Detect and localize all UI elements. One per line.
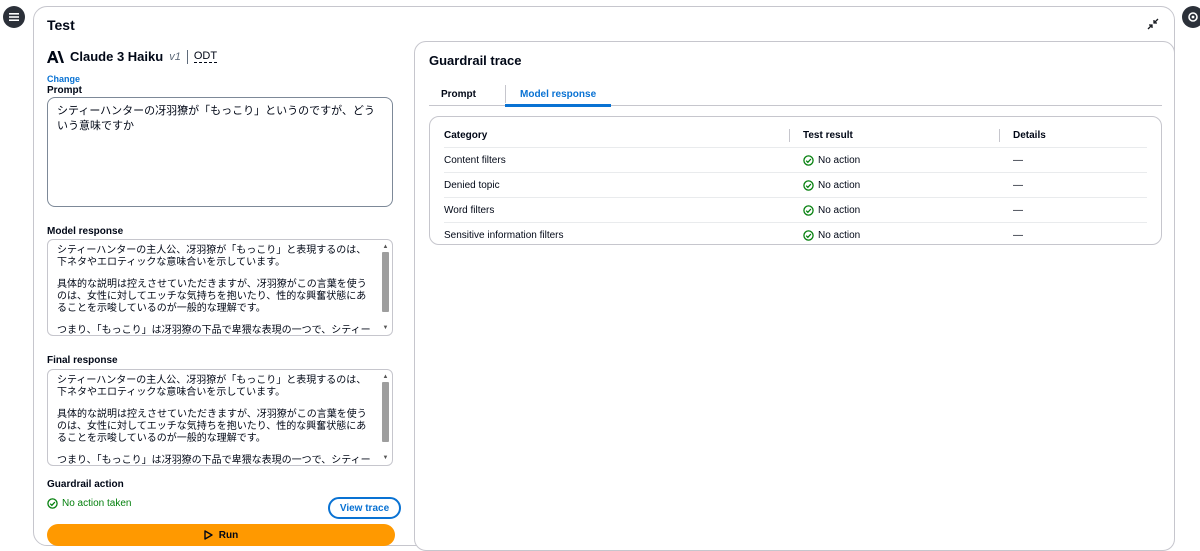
final-response-paragraph: シティーハンターの主人公、冴羽獠が「もっこり」と表現するのは、下ネタやエロティッ… xyxy=(57,375,367,398)
change-model-link[interactable]: Change xyxy=(47,74,80,84)
tab-model-response[interactable]: Model response xyxy=(505,82,612,107)
row-result: No action xyxy=(803,148,860,173)
table-row: Word filters No action — xyxy=(444,198,1147,223)
column-divider xyxy=(789,129,790,142)
scrollbar[interactable]: ▲ ▼ xyxy=(382,244,389,331)
model-response-paragraph: つまり、「もっこり」は冴羽獠の下品で卑猥な表現の一つで、シティーハンターのキャラ… xyxy=(57,325,371,336)
hamburger-menu-icon[interactable] xyxy=(3,6,25,28)
model-name: Claude 3 Haiku xyxy=(70,49,164,64)
scroll-down-icon[interactable]: ▼ xyxy=(382,455,389,461)
scroll-down-icon[interactable]: ▼ xyxy=(382,325,389,331)
column-divider xyxy=(999,129,1000,142)
check-circle-icon xyxy=(803,155,814,166)
row-details: — xyxy=(1013,155,1023,166)
run-button[interactable]: Run xyxy=(47,524,395,546)
table-header: Category Test result Details xyxy=(444,123,1147,148)
model-response-paragraph: シティーハンターの主人公、冴羽獠が「もっこり」と表現するのは、下ネタやエロティッ… xyxy=(57,245,367,268)
guardrail-status: No action taken xyxy=(47,498,132,509)
model-response-label: Model response xyxy=(47,226,124,237)
prompt-input[interactable]: シティーハンターの冴羽獠が「もっこり」というのですが、どういう意味ですか xyxy=(47,97,393,207)
table-row: Content filters No action — xyxy=(444,148,1147,173)
row-result: No action xyxy=(803,223,860,248)
table-row: Denied topic No action — xyxy=(444,173,1147,198)
final-response-label: Final response xyxy=(47,355,118,366)
row-result-text: No action xyxy=(818,230,861,241)
tab-prompt[interactable]: Prompt xyxy=(441,82,476,106)
check-circle-icon xyxy=(803,180,814,191)
row-category: Word filters xyxy=(444,205,495,216)
row-details: — xyxy=(1013,180,1023,191)
row-result: No action xyxy=(803,173,860,198)
collapse-icon[interactable] xyxy=(1146,17,1160,31)
view-trace-button[interactable]: View trace xyxy=(328,497,401,519)
row-result-text: No action xyxy=(818,205,861,216)
check-circle-icon xyxy=(803,205,814,216)
scroll-thumb[interactable] xyxy=(382,252,389,312)
model-response-box[interactable]: シティーハンターの主人公、冴羽獠が「もっこり」と表現するのは、下ネタやエロティッ… xyxy=(47,239,393,336)
table-row: Sensitive information filters No action … xyxy=(444,223,1147,248)
row-category: Content filters xyxy=(444,155,506,166)
column-header-details: Details xyxy=(1013,130,1046,141)
row-category: Denied topic xyxy=(444,180,500,191)
final-response-paragraph: つまり、「もっこり」は冴羽獠の下品で卑猥な表現の一つで、シティーハンターのキャラ… xyxy=(57,455,371,466)
row-details: — xyxy=(1013,205,1023,216)
model-selector: Claude 3 Haiku v1 ODT xyxy=(47,49,218,64)
row-category: Sensitive information filters xyxy=(444,230,564,241)
column-header-category: Category xyxy=(444,130,488,141)
test-panel: Test Claude 3 Haiku v1 ODT Change Prompt… xyxy=(33,6,1175,551)
anthropic-logo-icon xyxy=(47,50,64,63)
row-result-text: No action xyxy=(818,155,861,166)
trace-table: Category Test result Details Content fil… xyxy=(429,116,1162,245)
trace-tabs: Prompt Model response xyxy=(429,82,1162,107)
guardrail-trace-panel: Guardrail trace Prompt Model response Ca… xyxy=(414,41,1175,551)
scroll-thumb[interactable] xyxy=(382,382,389,442)
panel-title: Test xyxy=(47,17,75,33)
model-version: v1 xyxy=(169,50,181,63)
settings-icon[interactable] xyxy=(1182,6,1200,28)
guardrail-status-text: No action taken xyxy=(62,498,132,509)
column-header-test-result: Test result xyxy=(803,130,853,141)
prompt-text: シティーハンターの冴羽獠が「もっこり」というのですが、どういう意味ですか xyxy=(57,105,375,132)
row-details: — xyxy=(1013,230,1023,241)
play-icon xyxy=(204,530,213,540)
run-label: Run xyxy=(218,529,239,541)
final-response-paragraph: 具体的な説明は控えさせていただきますが、冴羽獠がこの言葉を使うのは、女性に対して… xyxy=(57,409,367,444)
prompt-label: Prompt xyxy=(47,85,82,96)
final-response-box[interactable]: シティーハンターの主人公、冴羽獠が「もっこり」と表現するのは、下ネタやエロティッ… xyxy=(47,369,393,466)
check-circle-icon xyxy=(803,230,814,241)
guardrail-action-label: Guardrail action xyxy=(47,479,124,490)
model-response-paragraph: 具体的な説明は控えさせていただきますが、冴羽獠がこの言葉を使うのは、女性に対して… xyxy=(57,279,367,314)
check-circle-icon xyxy=(47,498,58,509)
scrollbar[interactable]: ▲ ▼ xyxy=(382,374,389,461)
row-result-text: No action xyxy=(818,180,861,191)
divider xyxy=(186,49,188,64)
trace-title: Guardrail trace xyxy=(429,53,522,68)
scroll-up-icon[interactable]: ▲ xyxy=(382,244,389,250)
scroll-up-icon[interactable]: ▲ xyxy=(382,374,389,380)
model-tag[interactable]: ODT xyxy=(193,50,218,63)
row-result: No action xyxy=(803,198,860,223)
